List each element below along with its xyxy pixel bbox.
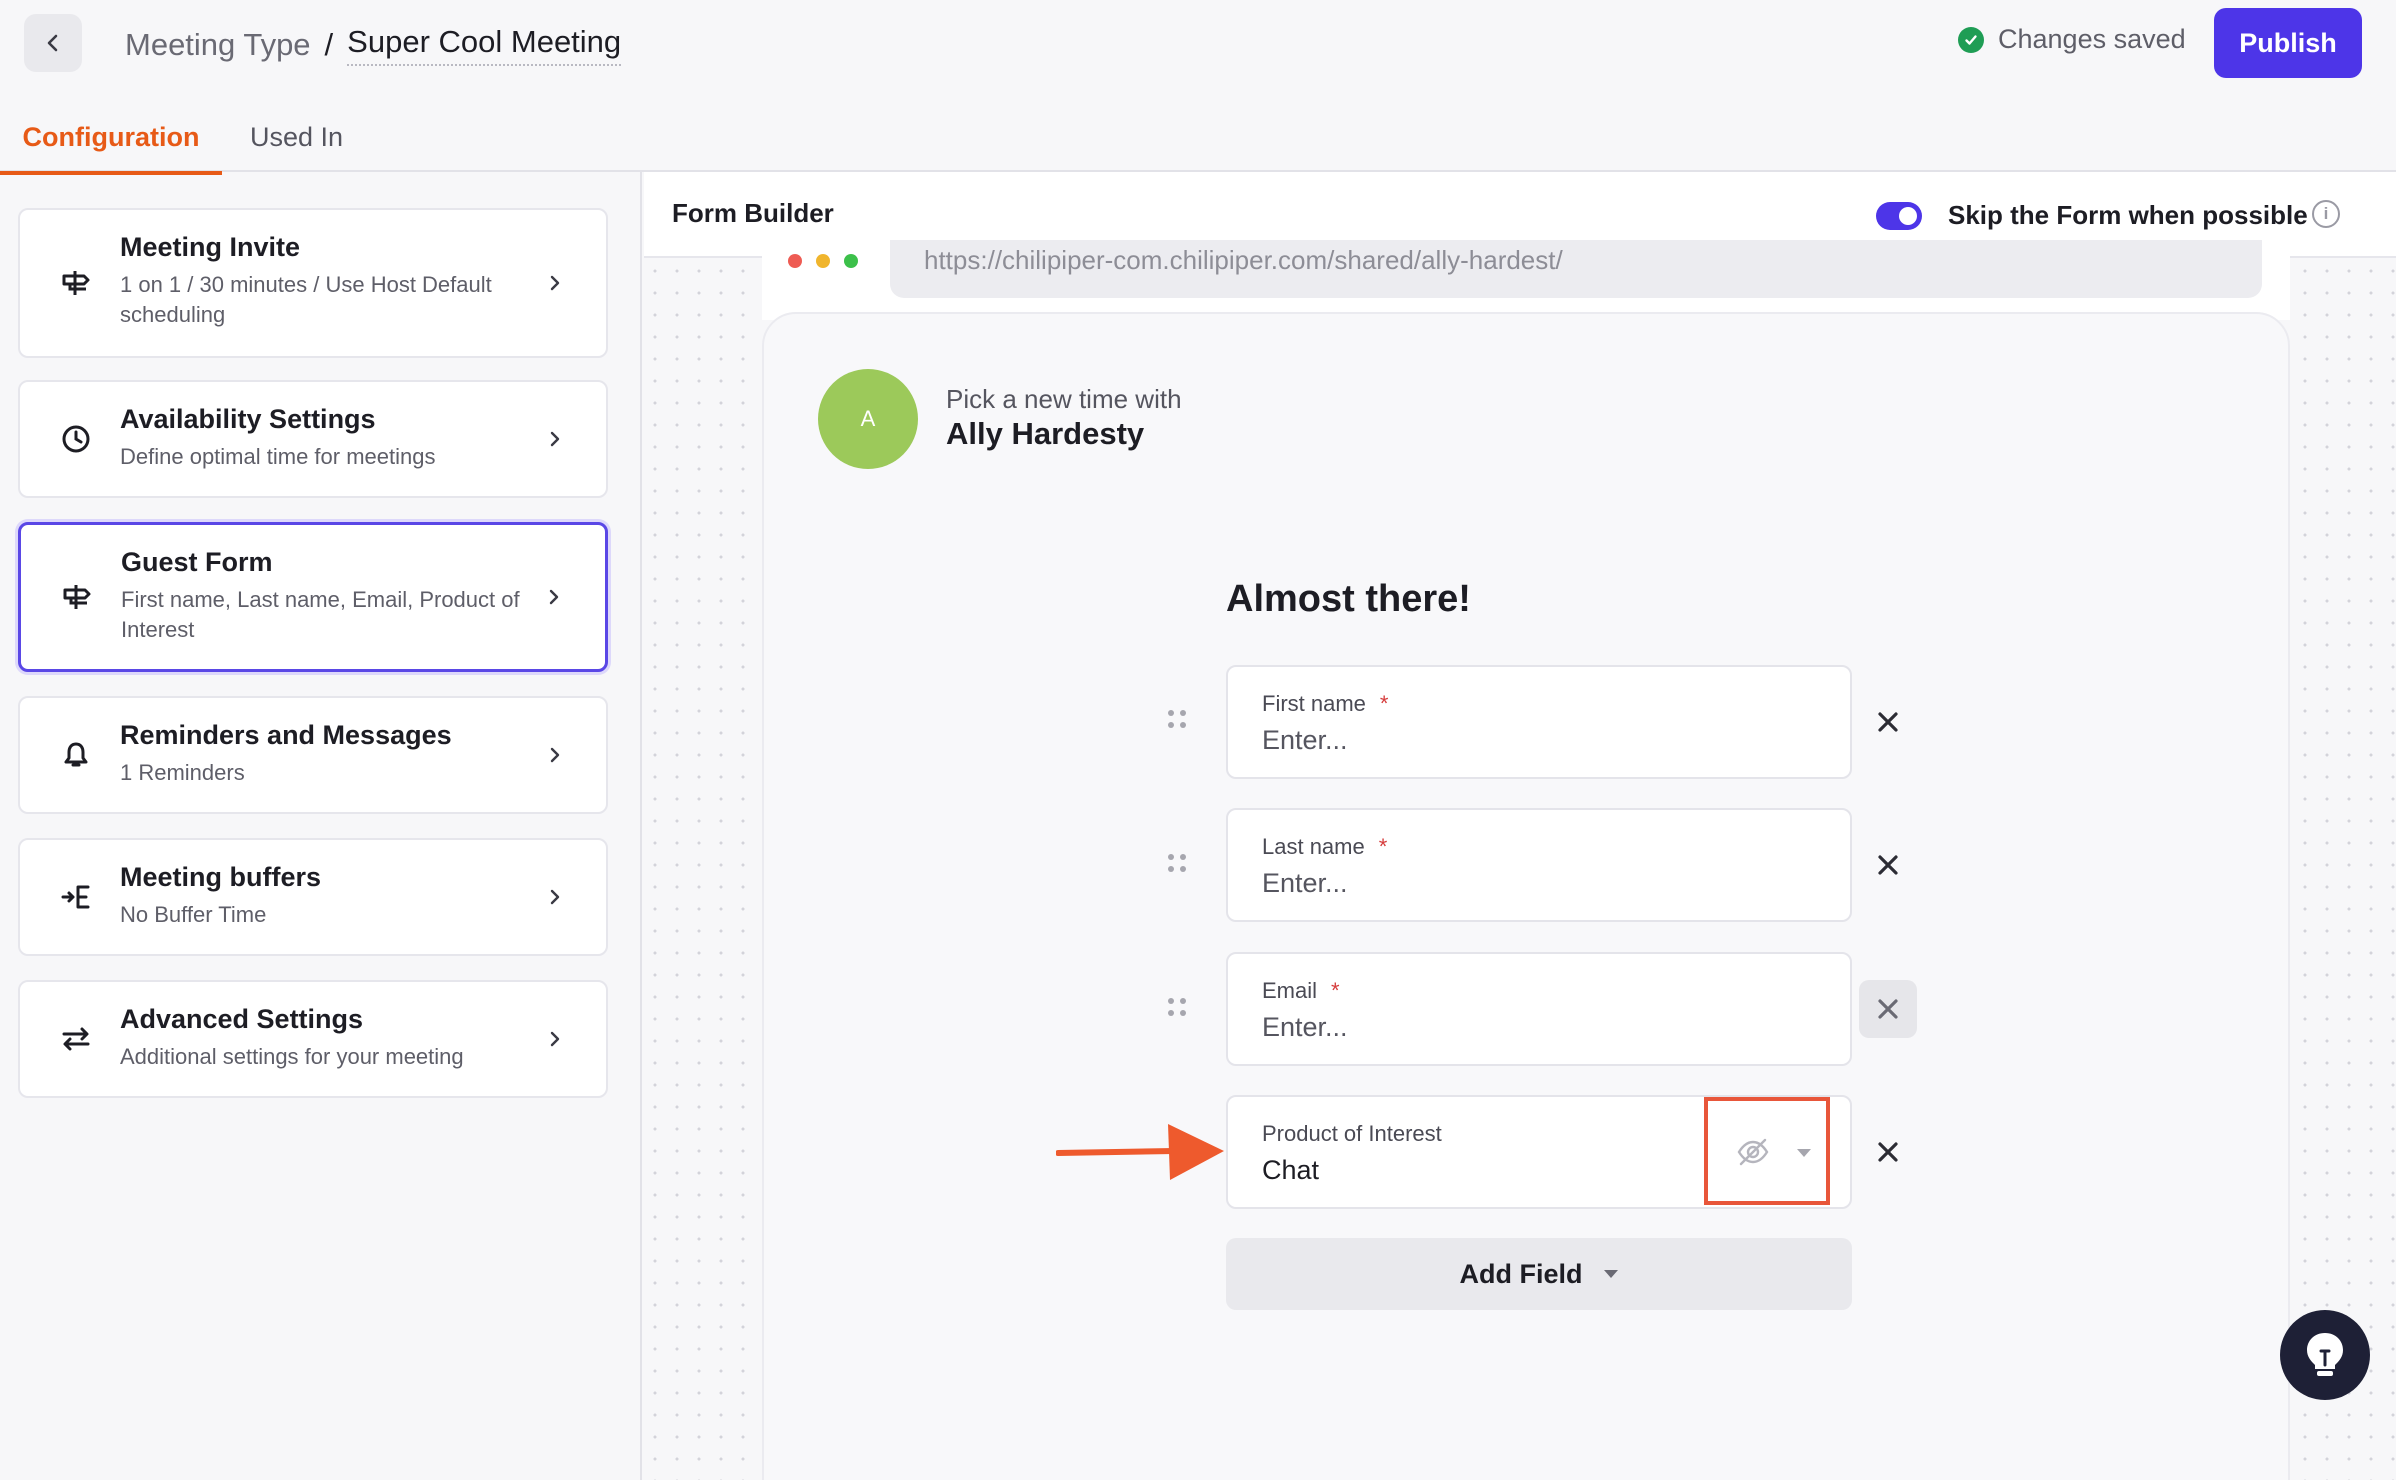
required-marker: *: [1331, 978, 1340, 1003]
sidebar-item-title: Advanced Settings: [120, 1004, 364, 1034]
remove-field-button[interactable]: [1859, 693, 1917, 751]
sidebar-item-title: Availability Settings: [120, 404, 376, 434]
add-field-button[interactable]: Add Field: [1226, 1238, 1852, 1310]
preview-url-bar: https://chilipiper-com.chilipiper.com/sh…: [890, 240, 2262, 298]
sidebar-item-title: Meeting Invite: [120, 232, 301, 262]
sidebar-item-guest-form[interactable]: Guest Form First name, Last name, Email,…: [18, 522, 608, 672]
skip-form-toggle[interactable]: [1876, 202, 1922, 230]
signpost-icon: [59, 579, 95, 615]
sidebar-item-desc: Additional settings for your meeting: [120, 1044, 464, 1069]
save-status-text: Changes saved: [1998, 24, 2186, 54]
back-button[interactable]: [24, 14, 82, 72]
skip-form-label: Skip the Form when possible: [1948, 200, 2308, 230]
chevron-right-icon: [550, 275, 560, 291]
pick-time-text: Pick a new time with: [946, 384, 1182, 414]
chevron-right-icon: [550, 889, 560, 905]
header: Meeting Type / Super Cool Meeting Change…: [0, 0, 2396, 86]
chevron-left-icon: [47, 34, 58, 52]
tab-configuration[interactable]: Configuration: [0, 122, 222, 175]
close-icon: [1878, 712, 1898, 732]
host-avatar: A: [818, 369, 918, 469]
clock-icon: [58, 421, 94, 457]
window-maximize-dot: [844, 254, 858, 268]
host-name: Ally Hardesty: [946, 416, 1145, 451]
annotation-highlight-box: [1704, 1097, 1830, 1205]
meeting-name[interactable]: Super Cool Meeting: [347, 24, 622, 66]
caret-down-icon: [1603, 1270, 1618, 1278]
chevron-right-icon: [550, 1031, 560, 1047]
required-marker: *: [1379, 691, 1389, 716]
sidebar-item-desc: 1 Reminders: [120, 760, 245, 785]
sidebar-item-advanced-settings[interactable]: Advanced Settings Additional settings fo…: [18, 980, 608, 1098]
sidebar-item-meeting-buffers[interactable]: Meeting buffers No Buffer Time: [18, 838, 608, 956]
signpost-icon: [58, 265, 94, 301]
close-icon: [1878, 1142, 1898, 1162]
sidebar-item-meeting-invite[interactable]: Meeting Invite 1 on 1 / 30 minutes / Use…: [18, 208, 608, 358]
remove-field-button[interactable]: [1859, 980, 1917, 1038]
info-icon[interactable]: i: [2312, 200, 2340, 228]
form-field-email[interactable]: Email * Enter...: [1226, 952, 1852, 1066]
chevron-right-icon: [550, 431, 560, 447]
form-heading: Almost there!: [1226, 578, 1471, 620]
close-icon: [1878, 855, 1898, 875]
sidebar-item-availability-settings[interactable]: Availability Settings Define optimal tim…: [18, 380, 608, 498]
drag-handle-icon[interactable]: [1168, 710, 1190, 732]
field-label: Last name *: [1262, 834, 1388, 859]
form-field-last-name[interactable]: Last name * Enter...: [1226, 808, 1852, 922]
sidebar-item-desc: 1 on 1 / 30 minutes / Use Host Default s…: [120, 272, 492, 327]
field-placeholder: Enter...: [1262, 1012, 1348, 1042]
tab-bar: Configuration Used In: [0, 112, 2396, 175]
sidebar-item-reminders-and-messages[interactable]: Reminders and Messages 1 Reminders: [18, 696, 608, 814]
field-placeholder: Enter...: [1262, 868, 1348, 898]
sidebar-item-desc: No Buffer Time: [120, 902, 267, 927]
drag-handle-icon[interactable]: [1168, 854, 1190, 876]
sidebar-item-title: Guest Form: [121, 547, 273, 577]
breadcrumb: Meeting Type / Super Cool Meeting: [125, 24, 622, 66]
window-close-dot: [788, 254, 802, 268]
form-field-first-name[interactable]: First name * Enter...: [1226, 665, 1852, 779]
drag-handle-icon[interactable]: [1168, 998, 1190, 1020]
field-value: Chat: [1262, 1155, 1320, 1185]
chevron-right-icon: [550, 747, 560, 763]
adjustments-icon: [58, 1021, 94, 1057]
sidebar-item-title: Reminders and Messages: [120, 720, 452, 750]
form-builder-title: Form Builder: [672, 198, 834, 228]
tab-used-in[interactable]: Used In: [250, 122, 343, 171]
breadcrumb-parent[interactable]: Meeting Type: [125, 27, 311, 63]
annotation-arrow-icon: [1056, 1124, 1224, 1180]
field-label: Product of Interest: [1262, 1121, 1442, 1146]
settings-sidebar: Meeting Invite 1 on 1 / 30 minutes / Use…: [0, 172, 642, 1480]
lightbulb-icon: [2307, 1333, 2343, 1376]
field-label: First name *: [1262, 691, 1389, 716]
field-placeholder: Enter...: [1262, 725, 1348, 755]
bell-icon: [58, 737, 94, 773]
remove-field-button[interactable]: [1859, 1123, 1917, 1181]
add-field-label: Add Field: [1459, 1258, 1583, 1289]
field-label: Email *: [1262, 978, 1340, 1003]
lightbulb-help-button[interactable]: [2280, 1310, 2370, 1400]
close-icon: [1878, 999, 1898, 1019]
sidebar-item-title: Meeting buffers: [120, 862, 322, 892]
sidebar-item-desc: Define optimal time for meetings: [120, 444, 436, 469]
sidebar-item-desc: First name, Last name, Email, Product of…: [121, 587, 520, 642]
save-status: Changes saved: [1958, 24, 2186, 55]
breadcrumb-separator: /: [324, 27, 334, 62]
required-marker: *: [1378, 834, 1388, 859]
chevron-right-icon: [549, 589, 559, 605]
buffer-icon: [58, 879, 94, 915]
remove-field-button[interactable]: [1859, 836, 1917, 894]
window-minimize-dot: [816, 254, 830, 268]
check-circle-icon: [1958, 26, 1984, 53]
publish-button[interactable]: Publish: [2214, 8, 2362, 78]
